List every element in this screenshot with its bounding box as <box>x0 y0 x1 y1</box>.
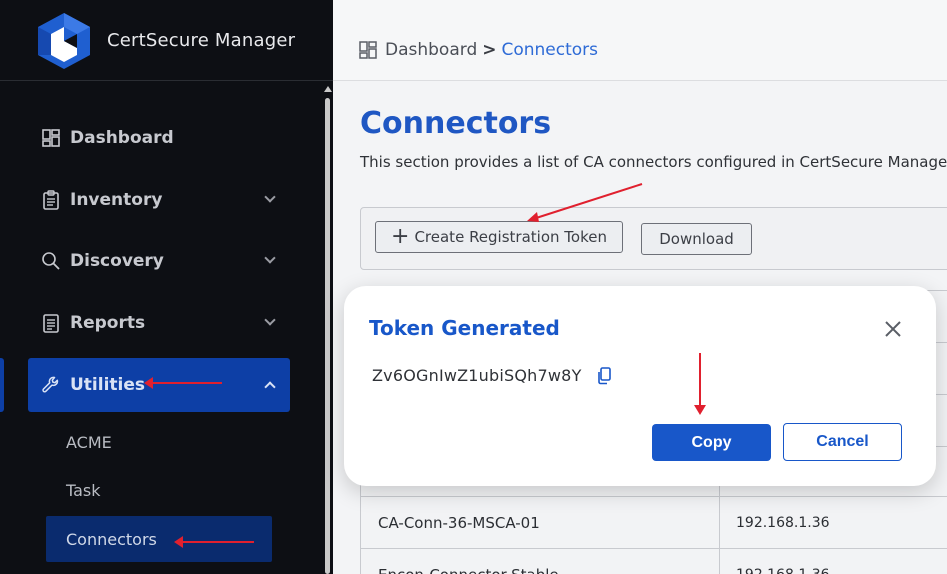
sidebar-subitem-label: ACME <box>66 432 112 452</box>
page-title: Connectors <box>360 106 552 141</box>
copy-icon[interactable] <box>596 367 612 385</box>
wrench-icon <box>40 374 62 396</box>
create-token-label: Create Registration Token <box>414 228 607 246</box>
sidebar-item-label: Discovery <box>70 251 164 271</box>
brand-header: CertSecure Manager <box>0 0 333 81</box>
grid-icon <box>359 41 377 59</box>
scrollbar-thumb[interactable] <box>325 98 330 574</box>
copy-label: Copy <box>691 433 732 451</box>
sidebar-subitem-label: Task <box>66 480 101 500</box>
breadcrumb-separator: > <box>482 40 497 60</box>
sidebar-item-inventory[interactable]: Inventory <box>28 173 290 227</box>
report-icon <box>40 312 62 334</box>
sidebar: CertSecure Manager Dashboard Inventory D… <box>0 0 333 574</box>
app-logo-icon <box>38 13 90 69</box>
sidebar-item-label: Utilities <box>70 375 146 395</box>
sidebar-item-discovery[interactable]: Discovery <box>28 234 290 288</box>
connector-name-cell: CA-Conn-36-MSCA-01 <box>361 497 720 548</box>
sidebar-item-utilities[interactable]: Utilities <box>28 358 290 412</box>
clipboard-icon <box>40 189 62 211</box>
sidebar-item-dashboard[interactable]: Dashboard <box>28 111 290 165</box>
sidebar-item-reports[interactable]: Reports <box>28 296 290 350</box>
top-bar: Dashboard > Connectors <box>333 0 947 81</box>
sidebar-scrollbar[interactable] <box>323 86 333 574</box>
download-label: Download <box>659 230 734 248</box>
scroll-up-icon[interactable] <box>324 86 332 92</box>
sidebar-item-label: Reports <box>70 313 146 333</box>
connector-ip-cell: 192.168.1.36 <box>720 549 947 574</box>
annotation-arrow <box>144 377 222 389</box>
copy-button[interactable]: Copy <box>652 424 771 461</box>
annotation-arrow <box>174 536 254 548</box>
sidebar-subitem-label: Connectors <box>66 529 157 549</box>
annotation-arrow <box>694 353 706 415</box>
plus-icon: + <box>391 224 410 249</box>
table-row[interactable]: Encon-Connector-Stable 192.168.1.36 <box>361 548 947 574</box>
dashboard-icon <box>40 127 62 149</box>
sidebar-item-label: Dashboard <box>70 128 174 148</box>
cancel-label: Cancel <box>816 433 869 450</box>
token-value: Zv6OGnIwZ1ubiSQh7w8Y <box>372 366 582 385</box>
chevron-down-icon <box>264 314 276 326</box>
toolbar: + Create Registration Token Download <box>360 207 947 270</box>
create-registration-token-button[interactable]: + Create Registration Token <box>375 221 623 253</box>
token-generated-modal: Token Generated Zv6OGnIwZ1ubiSQh7w8Y Cop… <box>344 286 936 486</box>
sidebar-subitem-connectors[interactable]: Connectors <box>46 516 272 562</box>
breadcrumb-current: Connectors <box>501 40 599 60</box>
connector-ip-cell: 192.168.1.36 <box>736 514 830 531</box>
cancel-button[interactable]: Cancel <box>783 423 902 461</box>
modal-title: Token Generated <box>369 316 560 340</box>
breadcrumb-root[interactable]: Dashboard <box>385 40 477 60</box>
download-button[interactable]: Download <box>641 223 752 255</box>
connector-name-cell: Encon-Connector-Stable <box>361 549 720 574</box>
table-row[interactable]: CA-Conn-36-MSCA-01 192.168.1.36 <box>361 496 947 548</box>
close-icon[interactable] <box>881 317 905 341</box>
sidebar-subitem-acme[interactable]: ACME <box>46 419 272 465</box>
sidebar-subitem-task[interactable]: Task <box>46 467 272 513</box>
chevron-down-icon <box>264 191 276 203</box>
chevron-down-icon <box>264 252 276 264</box>
active-indicator <box>0 358 4 412</box>
chevron-up-icon <box>264 381 276 393</box>
app-title: CertSecure Manager <box>107 30 296 51</box>
sidebar-item-label: Inventory <box>70 190 163 210</box>
breadcrumb: Dashboard > Connectors <box>359 40 598 60</box>
page-description: This section provides a list of CA conne… <box>360 153 947 171</box>
search-icon <box>40 250 62 272</box>
annotation-arrow <box>527 183 643 222</box>
